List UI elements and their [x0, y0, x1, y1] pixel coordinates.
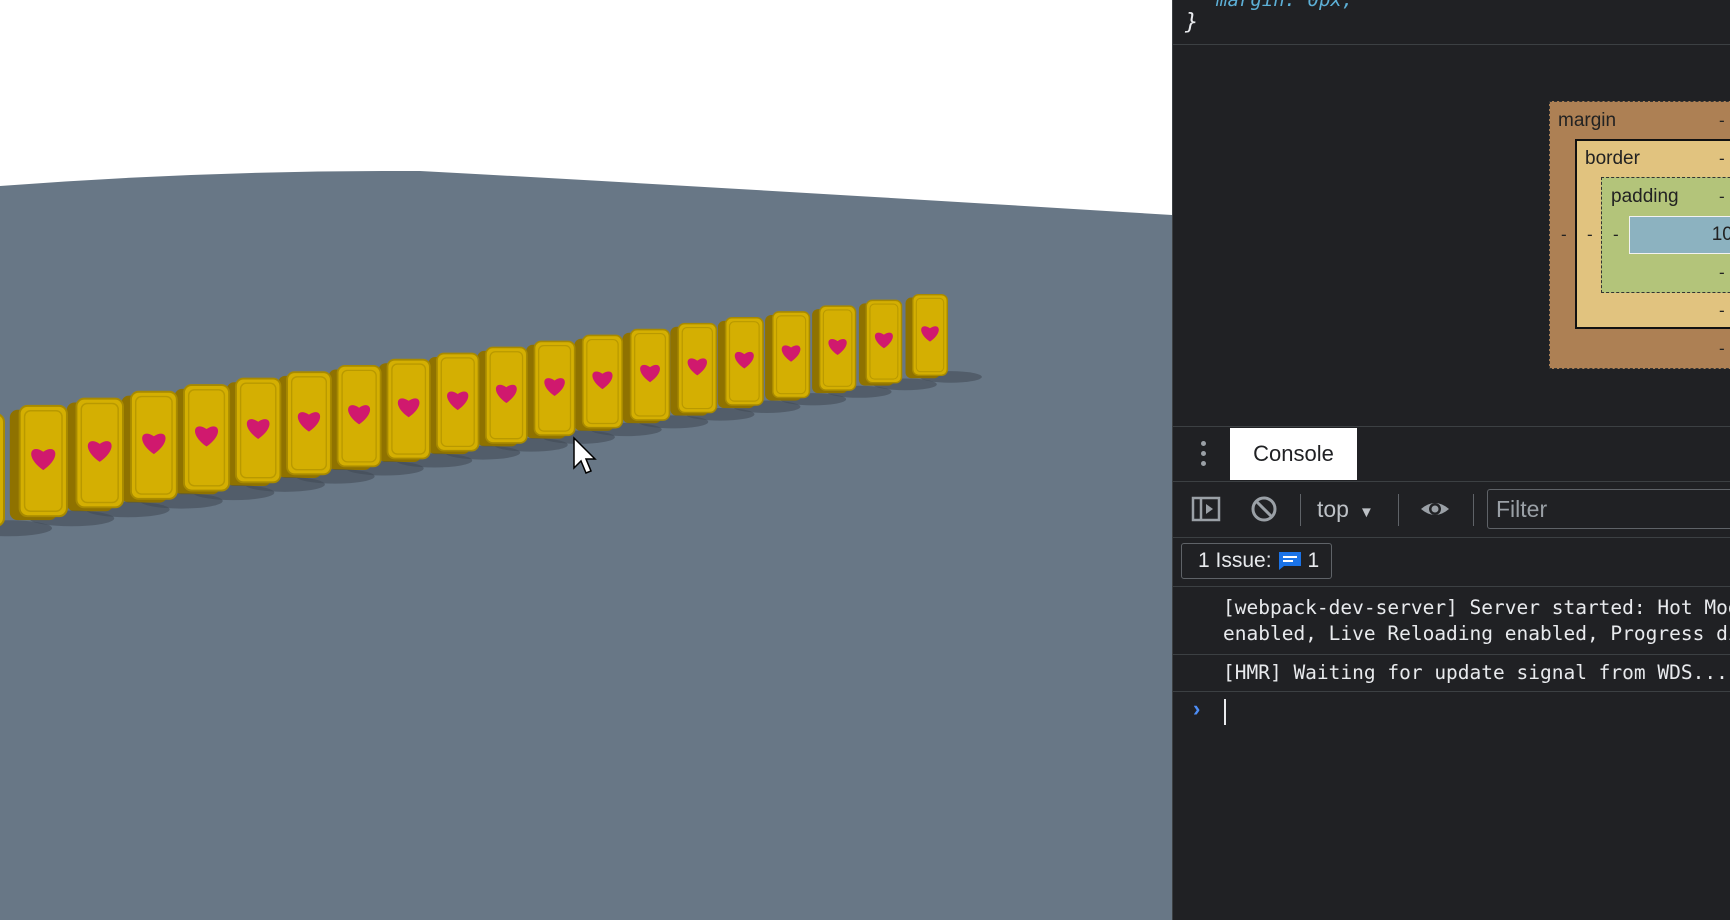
border-top-value[interactable]: - [1719, 149, 1725, 169]
console-toolbar: top ▼ [1173, 481, 1730, 538]
styles-pane: margin: 0px; } [1173, 0, 1730, 45]
floor-plane [0, 170, 1172, 920]
console-message-text: [webpack-dev-server] Server started: Hot… [1223, 596, 1730, 645]
text-caret [1224, 699, 1226, 725]
css-property-line[interactable]: margin: 0px; [1216, 0, 1353, 11]
border-bottom-value[interactable]: - [1719, 301, 1725, 321]
toolbar-separator [1473, 494, 1474, 526]
issues-count: 1 [1307, 549, 1320, 572]
toolbar-separator [1398, 494, 1399, 526]
clear-console-icon[interactable] [1248, 493, 1280, 525]
border-left-value[interactable]: - [1587, 225, 1593, 245]
box-model-content[interactable]: 1019 [1629, 216, 1730, 254]
console-message[interactable]: [HMR] Waiting for update signal from WDS… [1173, 655, 1730, 692]
content-width[interactable]: 1019 [1712, 224, 1730, 245]
padding-label: padding [1611, 186, 1679, 207]
kebab-menu-icon[interactable] [1193, 437, 1213, 471]
chat-bubble-icon [1278, 552, 1301, 570]
css-rule-closing-brace: } [1185, 10, 1199, 35]
issues-button[interactable]: 1 Issue: 1 [1181, 543, 1333, 579]
issues-label: 1 Issue: [1198, 549, 1272, 572]
console-message-text: [HMR] Waiting for update signal from WDS… [1223, 661, 1728, 684]
context-selector[interactable]: top ▼ [1317, 493, 1374, 525]
console-message[interactable]: [webpack-dev-server] Server started: Hot… [1173, 587, 1730, 655]
canvas-viewport[interactable] [0, 0, 1172, 920]
caret-down-icon: ▼ [1358, 504, 1374, 521]
drawer-tab-bar: Console [1173, 426, 1730, 482]
toolbar-separator [1300, 494, 1301, 526]
domino-scene [0, 170, 1172, 920]
margin-left-value[interactable]: - [1561, 225, 1567, 245]
margin-top-value[interactable]: - [1719, 111, 1725, 131]
tab-console[interactable]: Console [1230, 428, 1357, 480]
border-label: border [1585, 148, 1640, 169]
context-value: top [1317, 496, 1349, 522]
box-model-diagram: 1019 margin border padding - - - - - - -… [1549, 101, 1730, 369]
issues-bar: 1 Issue: 1 [1173, 538, 1730, 587]
padding-bottom-value[interactable]: - [1719, 263, 1725, 283]
padding-left-value[interactable]: - [1613, 225, 1619, 245]
console-prompt-input[interactable]: › [1173, 692, 1730, 732]
margin-bottom-value[interactable]: - [1719, 339, 1725, 359]
filter-input[interactable] [1487, 489, 1730, 529]
prompt-chevron-icon: › [1193, 696, 1201, 721]
margin-label: margin [1558, 110, 1617, 131]
devtools-panel: margin: 0px; } 1019 margin border paddin… [1172, 0, 1730, 920]
sidebar-toggle-icon[interactable] [1190, 493, 1222, 525]
padding-top-value[interactable]: - [1719, 187, 1725, 207]
eye-icon[interactable] [1419, 493, 1451, 525]
